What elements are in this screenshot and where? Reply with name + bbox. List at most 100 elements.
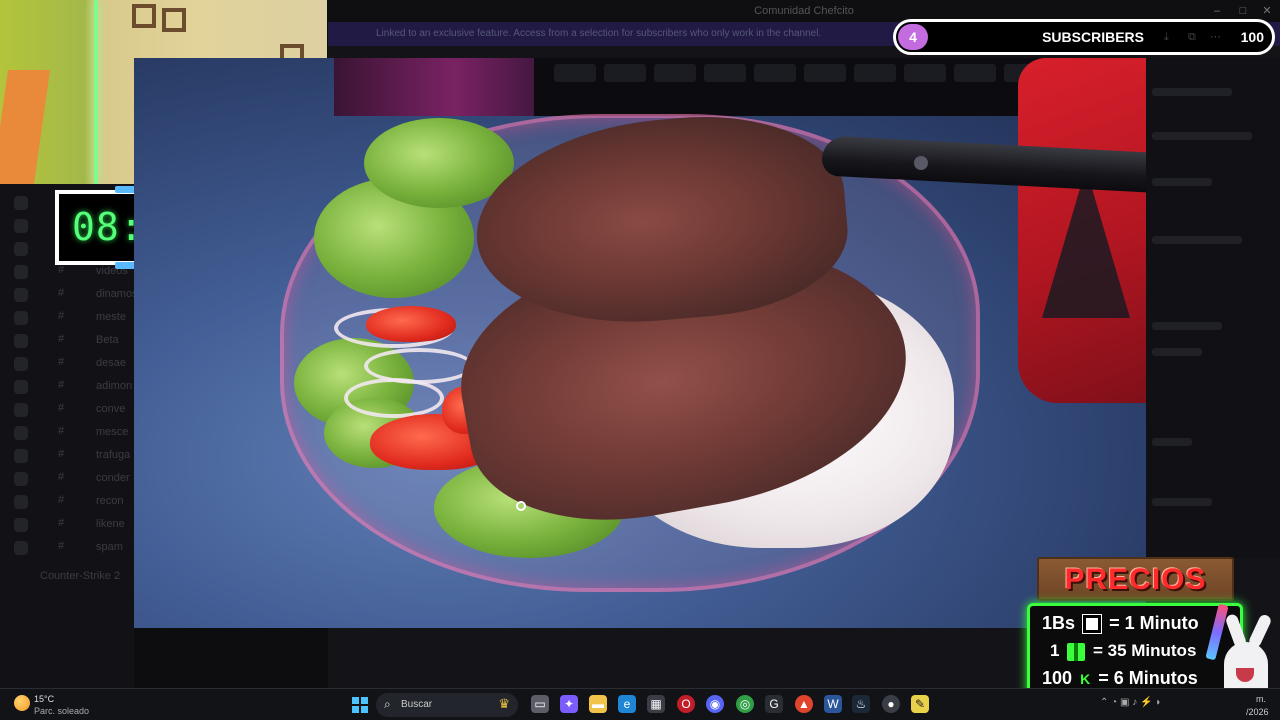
sidebar-item[interactable]: # adimon — [0, 376, 134, 398]
chrome-icon[interactable]: ◎ — [736, 695, 754, 713]
weather-description[interactable]: Parc. soleado — [34, 706, 89, 716]
qr-code-icon — [1082, 614, 1103, 635]
prices-title: PRECIOS — [1064, 563, 1207, 596]
channel-hash-icon: # — [58, 379, 65, 391]
price-duration: 35 Minutos — [1107, 641, 1197, 660]
price-amount: 100 — [1042, 668, 1073, 688]
obs-icon[interactable]: ● — [882, 695, 900, 713]
sidebar-item-label: trafuga — [96, 449, 131, 461]
background-right-panel — [1146, 58, 1280, 558]
price-equals: = — [1109, 613, 1120, 633]
more-icon: ⋯ — [1210, 31, 1221, 43]
channel-hash-icon: # — [58, 471, 65, 483]
sidebar-item[interactable]: # conve — [0, 399, 134, 421]
system-tray[interactable]: ⌃ ◔ ▣ ♪ ⚡ ◗ — [1100, 697, 1161, 708]
prices-sign: PRECIOS — [1037, 557, 1234, 601]
price-equals: = — [1092, 641, 1103, 660]
edge-icon[interactable]: e — [618, 695, 636, 713]
sidebar-item[interactable]: # Beta — [0, 330, 134, 352]
price-amount: 1Bs — [1042, 613, 1076, 633]
channel-hash-icon: # — [58, 517, 65, 529]
price-duration: 6 Minutos — [1113, 668, 1198, 688]
brave-icon[interactable]: ▲ — [795, 695, 813, 713]
server-icon — [14, 196, 28, 210]
weather-icon[interactable] — [14, 695, 30, 711]
store-icon[interactable]: ▦ — [647, 695, 665, 713]
taskbar-search[interactable]: ⌕ Buscar ♛ — [376, 693, 518, 717]
sidebar-item-label: conder — [96, 472, 130, 484]
channel-hash-icon: # — [58, 287, 65, 299]
taskbar: 15°C Parc. soleado ⌕ Buscar ♛ ▭ ✦ ▬ e ▦ … — [0, 688, 1280, 720]
price-row: 1 = 35 Minutos — [1050, 638, 1196, 664]
server-icon — [14, 449, 28, 463]
server-icon — [14, 403, 28, 417]
food-photo — [134, 58, 1146, 628]
server-icon — [14, 311, 28, 325]
copilot-icon[interactable]: ✦ — [560, 695, 578, 713]
sidebar-item[interactable]: # dinamos — [0, 284, 138, 306]
channel-hash-icon: # — [58, 356, 65, 368]
server-icon — [14, 288, 28, 302]
sidebar-item-label: dinamos — [96, 288, 138, 300]
subscribers-count: 4 — [898, 24, 928, 50]
clock-time[interactable]: m. — [1256, 694, 1266, 704]
channel-hash-icon: # — [58, 448, 65, 460]
download-icon: ⤓ — [1164, 31, 1169, 43]
channel-hash-icon: # — [58, 264, 65, 276]
clock-date[interactable]: /2026 — [1246, 707, 1269, 717]
sidebar-item[interactable]: # recon — [0, 491, 134, 513]
sidebar-footer[interactable]: Counter-Strike 2 — [0, 566, 134, 588]
app-pen-icon[interactable]: ✎ — [911, 695, 929, 713]
gift-icon — [1067, 642, 1086, 661]
server-icon — [14, 219, 28, 233]
channel-hash-icon: # — [58, 333, 65, 345]
sidebar-item-label: likene — [96, 518, 125, 530]
channel-hash-icon: # — [58, 494, 65, 506]
search-placeholder: Buscar — [401, 699, 433, 710]
sidebar-item-label: spam — [96, 541, 123, 553]
server-icon — [14, 380, 28, 394]
file-explorer-icon[interactable]: ▬ — [589, 695, 607, 713]
server-icon — [14, 541, 28, 555]
sidebar-item-label: mesce — [96, 426, 129, 438]
sidebar-item[interactable]: # mesce — [0, 422, 134, 444]
steam-icon[interactable]: ♨ — [852, 695, 870, 713]
sidebar-item[interactable]: # spam — [0, 537, 134, 559]
server-icon — [14, 472, 28, 486]
sidebar-item-label: recon — [96, 495, 124, 507]
channel-hash-icon: # — [58, 540, 65, 552]
crown-icon: ♛ — [498, 696, 510, 711]
sidebar-item[interactable]: # trafuga — [0, 445, 134, 467]
price-duration: 1 Minuto — [1124, 613, 1199, 633]
price-row: 1Bs = 1 Minuto — [1042, 610, 1199, 636]
server-icon — [14, 357, 28, 371]
sidebar-item[interactable]: # likene — [0, 514, 134, 536]
opera-icon[interactable]: O — [677, 695, 695, 713]
task-view-icon[interactable]: ▭ — [531, 695, 549, 713]
channel-hash-icon: # — [58, 402, 65, 414]
weather-temperature[interactable]: 15°C — [34, 694, 54, 704]
server-icon — [14, 265, 28, 279]
search-icon: ⌕ — [384, 697, 391, 711]
channel-hash-icon: # — [58, 310, 65, 322]
app-g-icon[interactable]: G — [765, 695, 783, 713]
sidebar-item-label: Beta — [96, 334, 119, 346]
subscribers-goal: 100 — [1240, 29, 1264, 45]
sidebar-item[interactable]: # desae — [0, 353, 134, 375]
desktop: Comunidad Chefcito – □ ✕ Linked to an ex… — [0, 0, 1280, 720]
mouse-cursor — [516, 501, 526, 511]
price-amount: 1 — [1050, 641, 1060, 660]
popout-icon: ⧉ — [1188, 31, 1196, 43]
discord-icon[interactable]: ◉ — [706, 695, 724, 713]
sidebar-item[interactable]: # conder — [0, 468, 134, 490]
subscribers-label: SUBSCRIBERS — [1042, 29, 1144, 45]
word-icon[interactable]: W — [824, 695, 842, 713]
server-icon — [14, 495, 28, 509]
windows-start-icon[interactable] — [352, 697, 368, 713]
price-equals: = — [1098, 668, 1109, 688]
server-icon — [14, 242, 28, 256]
sidebar-item[interactable]: # meste — [0, 307, 134, 329]
channel-hash-icon: # — [58, 425, 65, 437]
server-icon — [14, 334, 28, 348]
server-icon — [14, 518, 28, 532]
